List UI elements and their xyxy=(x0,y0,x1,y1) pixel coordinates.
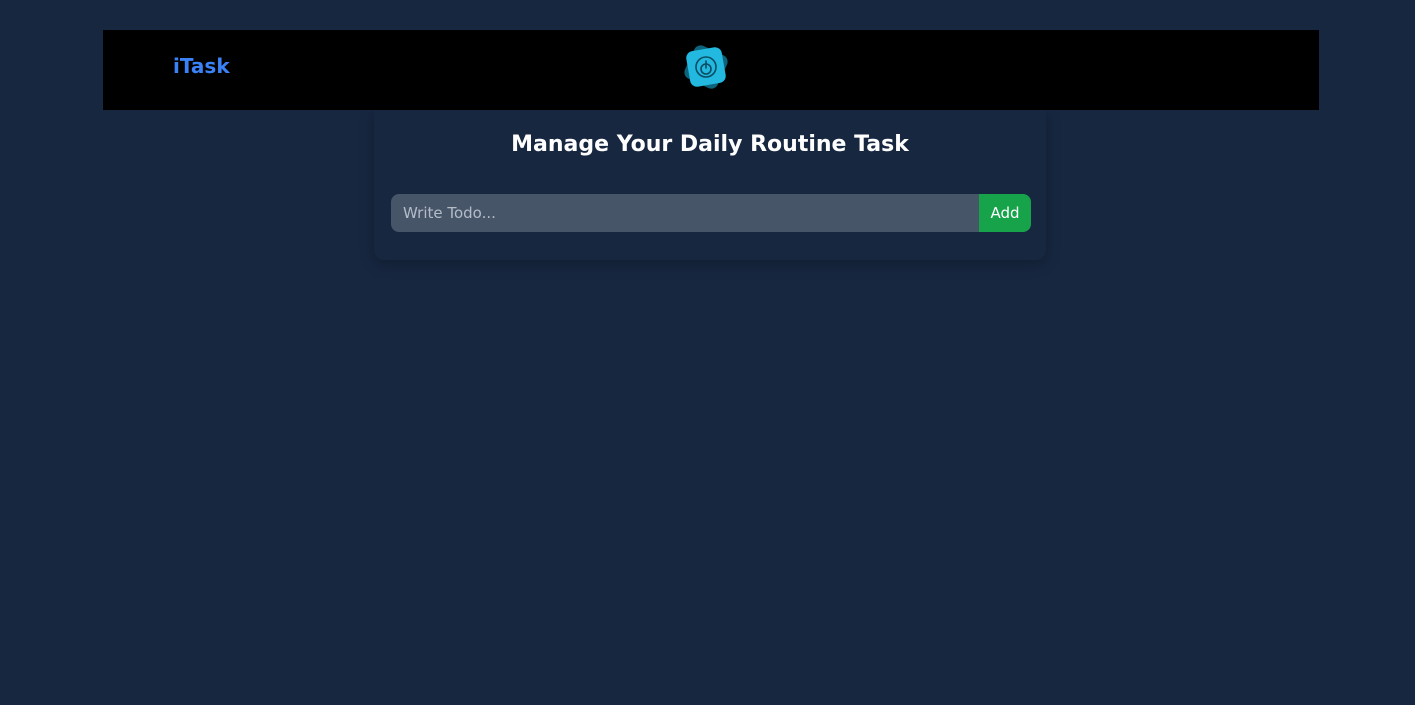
brand-logo-text[interactable]: iTask xyxy=(173,54,230,78)
navbar: iTask xyxy=(103,30,1319,110)
add-button[interactable]: Add xyxy=(979,194,1031,232)
todo-input[interactable] xyxy=(391,194,979,232)
page-title: Manage Your Daily Routine Task xyxy=(511,132,909,157)
add-todo-row: Add xyxy=(391,194,1031,232)
todo-card: Manage Your Daily Routine Task Add xyxy=(374,110,1046,260)
power-icon[interactable] xyxy=(681,42,731,92)
